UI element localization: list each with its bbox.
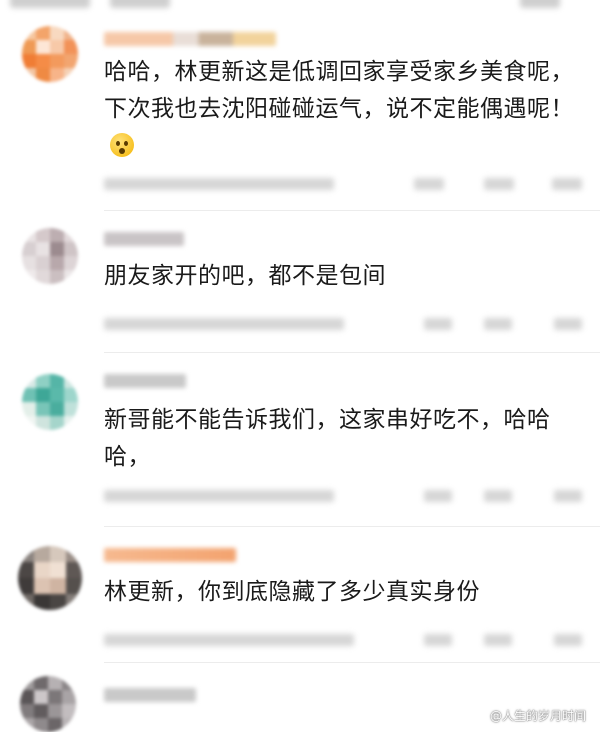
username-blurred[interactable] <box>104 374 186 388</box>
comment-text: 朋友家开的吧，都不是包间 <box>104 263 386 289</box>
comment-item[interactable]: 新哥能不能告诉我们，这家串好吃不，哈哈哈， <box>0 366 600 536</box>
scared-face-emoji-icon <box>110 133 134 157</box>
username-blurred[interactable] <box>104 688 196 702</box>
username-blurred[interactable] <box>104 32 276 46</box>
avatar[interactable] <box>20 676 76 732</box>
divider <box>104 526 600 527</box>
comment-meta-blurred <box>104 628 586 650</box>
weibo-logo-icon <box>473 708 487 721</box>
avatar[interactable] <box>18 546 82 610</box>
username-blurred[interactable] <box>104 548 236 562</box>
comment-meta-blurred <box>104 172 586 194</box>
avatar[interactable] <box>22 26 78 82</box>
avatar[interactable] <box>22 228 78 284</box>
avatar[interactable] <box>22 374 78 430</box>
divider <box>104 662 600 663</box>
comment-item[interactable]: 哈哈，林更新这是低调回家享受家乡美食呢，下次我也去沈阳碰碰运气，说不定能偶遇呢！ <box>0 24 600 214</box>
comment-meta-blurred <box>104 312 586 334</box>
username-blurred[interactable] <box>104 232 184 246</box>
top-bar-blurred <box>0 0 600 24</box>
comment-item[interactable]: 朋友家开的吧，都不是包间 <box>0 214 600 366</box>
comment-text: 哈哈，林更新这是低调回家享受家乡美食呢，下次我也去沈阳碰碰运气，说不定能偶遇呢！ <box>104 54 586 165</box>
comment-text: 新哥能不能告诉我们，这家串好吃不，哈哈哈， <box>104 407 551 470</box>
watermark: @人生的岁月时间 <box>473 707 586 724</box>
comment-text: 林更新，你到底隐藏了多少真实身份 <box>104 579 480 605</box>
comment-item[interactable]: 林更新，你到底隐藏了多少真实身份 <box>0 536 600 666</box>
comment-meta-blurred <box>104 484 586 506</box>
divider <box>104 352 600 353</box>
divider <box>104 210 600 211</box>
